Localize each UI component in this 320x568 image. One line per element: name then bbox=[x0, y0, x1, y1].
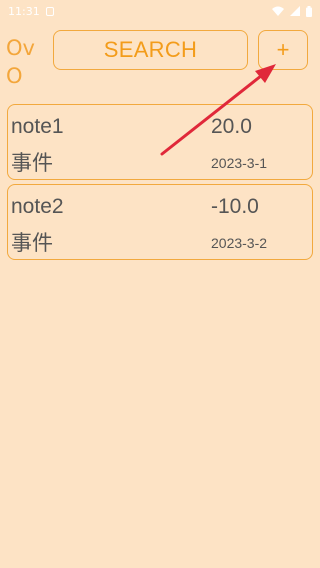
brand-line-1: Ov bbox=[6, 36, 35, 60]
add-note-button[interactable]: + bbox=[258, 30, 308, 70]
note-amount: -10.0 bbox=[211, 195, 259, 218]
note-amount: 20.0 bbox=[211, 115, 252, 138]
note-card[interactable]: note1 20.0 事件 2023-3-1 bbox=[7, 104, 313, 180]
note-title: note1 bbox=[11, 115, 64, 138]
note-date: 2023-3-2 bbox=[211, 235, 268, 251]
header-bar: Ov O SEARCH + bbox=[0, 30, 320, 90]
status-bar: 11:31 bbox=[0, 0, 320, 22]
note-category: 事件 bbox=[11, 151, 53, 175]
note-card[interactable]: note2 -10.0 事件 2023-3-2 bbox=[7, 184, 313, 260]
notes-list: note1 20.0 事件 2023-3-1 note2 -10.0 事件 20… bbox=[7, 104, 313, 264]
note-category: 事件 bbox=[11, 231, 53, 255]
note-title: note2 bbox=[11, 195, 64, 218]
status-right bbox=[272, 5, 312, 17]
note-date: 2023-3-1 bbox=[211, 155, 268, 171]
status-left: 11:31 bbox=[8, 5, 54, 18]
notification-icon bbox=[45, 6, 54, 16]
app-brand: Ov O bbox=[6, 34, 36, 90]
brand-line-2: O bbox=[6, 64, 23, 88]
status-time: 11:31 bbox=[8, 4, 40, 18]
battery-icon bbox=[306, 5, 312, 17]
search-button[interactable]: SEARCH bbox=[53, 30, 248, 70]
wifi-icon bbox=[272, 6, 284, 16]
app-screen: 11:31 Ov O SEARCH + note1 20.0 事件 2023-3… bbox=[0, 0, 320, 568]
signal-icon bbox=[290, 6, 300, 16]
